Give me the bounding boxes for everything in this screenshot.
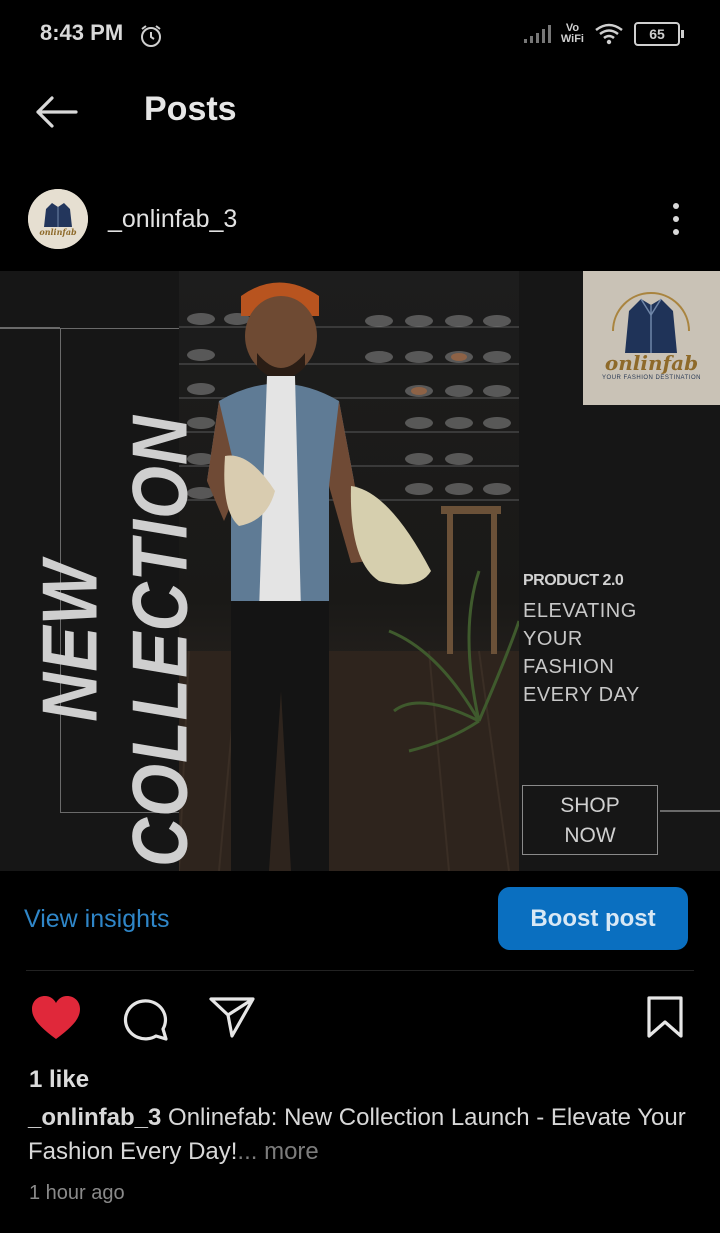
likes-count[interactable]: 1 like (29, 1066, 89, 1094)
more-options-icon[interactable] (664, 200, 688, 240)
page-title: Posts (144, 90, 237, 128)
bookmark-icon[interactable] (645, 995, 685, 1039)
tagline-line: ELEVATING (523, 600, 637, 622)
logo-tagline: YOUR FASHION DESTINATION (602, 375, 701, 381)
post-timestamp: 1 hour ago (29, 1182, 125, 1204)
heart-icon[interactable] (30, 995, 82, 1041)
tagline-line: EVERY DAY (523, 684, 640, 706)
post-username[interactable]: _onlinfab_3 (108, 205, 237, 234)
comment-icon[interactable] (120, 995, 170, 1043)
divider (26, 970, 694, 971)
status-time: 8:43 PM (40, 20, 124, 45)
post-caption: _onlinfab_3 Onlinefab: New Collection La… (28, 1101, 708, 1169)
svg-text:onlinfab: onlinfab (39, 227, 77, 237)
caption-more-link[interactable]: ... more (237, 1138, 318, 1165)
back-arrow-icon[interactable] (32, 92, 80, 132)
battery-icon: 65 (634, 22, 684, 46)
image-tagline: ELEVATING YOUR FASHION EVERY DAY (523, 597, 640, 709)
wifi-icon (595, 23, 623, 45)
product-photo (179, 271, 519, 871)
product-label: PRODUCT 2.0 (523, 572, 624, 589)
tagline-line: FASHION (523, 656, 615, 678)
tagline-line: YOUR (523, 628, 583, 650)
image-headline: NEW COLLECTION (26, 415, 204, 867)
frame-line (0, 327, 60, 329)
avatar[interactable]: onlinfab (28, 189, 88, 249)
signal-icon (523, 25, 551, 43)
frame-line (660, 810, 720, 812)
brand-logo: onlinfab YOUR FASHION DESTINATION (583, 271, 720, 405)
shop-now-badge: SHOP NOW (522, 785, 658, 855)
shoe-wall (179, 282, 519, 871)
status-icons: Vo WiFi 65 (523, 22, 684, 46)
view-insights-link[interactable]: View insights (24, 905, 169, 934)
jacket-logo-icon: onlinfab (28, 189, 88, 249)
boost-post-button[interactable]: Boost post (498, 887, 688, 950)
battery-level: 65 (634, 22, 680, 46)
alarm-icon (141, 25, 161, 47)
caption-username[interactable]: _onlinfab_3 (28, 1104, 161, 1131)
post-image[interactable]: NEW COLLECTION onlinfab YOUR FASHION DES… (0, 271, 720, 871)
jacket-logo-icon (612, 292, 690, 353)
share-icon[interactable] (208, 995, 256, 1039)
vowifi-label: Vo WiFi (560, 22, 584, 45)
logo-wordmark: onlinfab (604, 351, 699, 375)
